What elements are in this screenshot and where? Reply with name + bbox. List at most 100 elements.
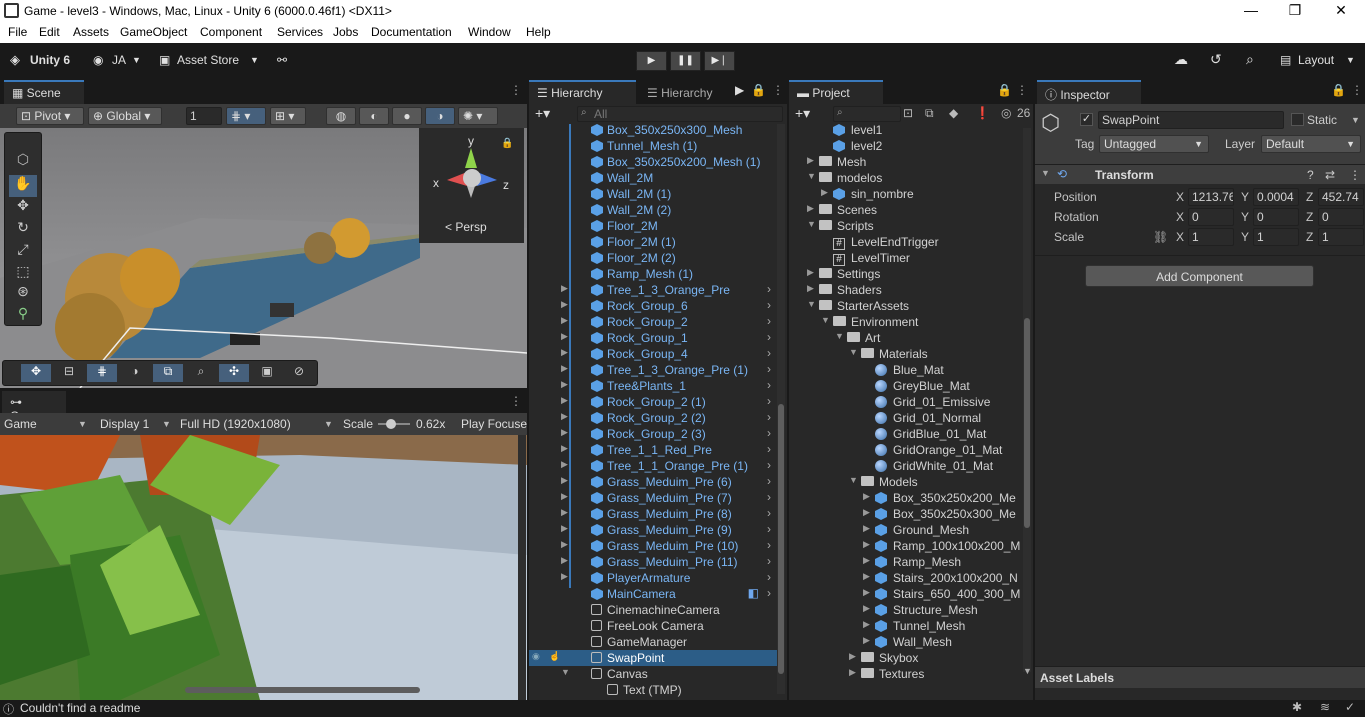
layout-dropdown[interactable]: Layout [1298, 53, 1334, 67]
project-item[interactable]: ▼ modelos [789, 170, 1023, 186]
visibility-eye-icon[interactable]: ◉ [532, 651, 540, 662]
chevron-down-icon[interactable]: ▼ [1351, 115, 1360, 125]
expand-arrow-icon[interactable]: ▶ [561, 475, 568, 486]
scale-z-field[interactable]: 1 [1318, 228, 1364, 246]
hierarchy-item[interactable]: Box_350x250x300_Mesh [529, 124, 777, 138]
open-prefab-icon[interactable]: › [767, 282, 771, 296]
project-item[interactable]: ▼ Environment [789, 314, 1023, 330]
hierarchy-item[interactable]: ▶ Grass_Meduim_Pre (8) › [529, 506, 777, 522]
hand-tool-icon[interactable]: ✋ [9, 175, 37, 197]
hierarchy-item[interactable]: Floor_2M (1) [529, 234, 777, 250]
expand-arrow-icon[interactable]: ▼ [835, 331, 844, 341]
project-item[interactable]: ▶ sin_nombre [789, 186, 1023, 202]
menu-component[interactable]: Component [200, 25, 262, 39]
pivot-dropdown[interactable]: ⊡ Pivot ▾ [16, 107, 84, 125]
effects-dropdown[interactable]: ✺ ▾ [458, 107, 498, 125]
open-prefab-icon[interactable]: › [767, 554, 771, 568]
project-item[interactable]: ▼ Art [789, 330, 1023, 346]
expand-arrow-icon[interactable]: ▼ [807, 219, 816, 229]
play-focused-dropdown[interactable]: Play Focused [461, 417, 527, 431]
hierarchy-item[interactable]: FreeLook Camera [529, 618, 777, 634]
layers-icon[interactable]: ⧉ [153, 364, 183, 382]
project-item[interactable]: ▶ Box_350x250x200_Me [789, 490, 1023, 506]
expand-arrow-icon[interactable]: ▶ [863, 571, 870, 582]
hierarchy-item[interactable]: ▶ Tree_1_3_Orange_Pre (1) › [529, 362, 777, 378]
lighting-icon[interactable]: ◑ [425, 107, 455, 125]
expand-arrow-icon[interactable]: ▼ [821, 315, 830, 325]
hierarchy-item[interactable]: CinemachineCamera [529, 602, 777, 618]
tab-project[interactable]: ▬ Project [789, 80, 883, 104]
collapse-arrow-icon[interactable]: ▼ [1041, 168, 1050, 178]
expand-arrow-icon[interactable]: ▶ [561, 379, 568, 390]
close-button[interactable]: ✕ [1326, 2, 1356, 19]
project-item[interactable]: ▶ Structure_Mesh [789, 602, 1023, 618]
rotate-tool-icon[interactable]: ↻ [9, 219, 37, 241]
menu-help[interactable]: Help [526, 25, 551, 39]
menu-documentation[interactable]: Documentation [371, 25, 452, 39]
open-prefab-icon[interactable]: › [767, 506, 771, 520]
add-component-button[interactable]: Add Component [1085, 265, 1314, 287]
position-z-field[interactable]: 452.74 [1318, 188, 1364, 206]
open-prefab-icon[interactable]: › [767, 522, 771, 536]
project-item[interactable]: ▶ Tunnel_Mesh [789, 618, 1023, 634]
display-dropdown[interactable]: Display 1 [100, 417, 149, 431]
game-horizontal-scrollbar[interactable] [185, 687, 420, 693]
open-prefab-icon[interactable]: › [767, 330, 771, 344]
project-item[interactable]: # LevelTimer [789, 250, 1023, 266]
axis-y-label[interactable]: Y [1241, 210, 1249, 224]
project-item[interactable]: ▼ StarterAssets [789, 298, 1023, 314]
expand-arrow-icon[interactable]: ▶ [849, 651, 856, 662]
expand-arrow-icon[interactable]: ▶ [807, 155, 814, 166]
hierarchy-item[interactable]: ▶ Grass_Meduim_Pre (11) › [529, 554, 777, 570]
lock-icon[interactable]: 🔒 [751, 83, 766, 97]
axis-x-label[interactable]: X [1176, 210, 1184, 224]
open-prefab-icon[interactable]: › [767, 378, 771, 392]
hierarchy-item[interactable]: ▶ Tree_1_1_Red_Pre › [529, 442, 777, 458]
hierarchy-item[interactable]: ▶ Grass_Meduim_Pre (10) › [529, 538, 777, 554]
tab-inspector[interactable]: ⓘ Inspector [1037, 80, 1141, 104]
project-item[interactable]: Blue_Mat [789, 362, 1023, 378]
menu-gameobject[interactable]: GameObject [120, 25, 187, 39]
unity-version-label[interactable]: Unity 6 [30, 53, 70, 67]
project-item[interactable]: ▼ Scripts [789, 218, 1023, 234]
open-prefab-icon[interactable]: › [767, 426, 771, 440]
expand-arrow-icon[interactable]: ▶ [561, 507, 568, 518]
axis-z-label[interactable]: Z [1306, 210, 1313, 224]
axis-x-label[interactable]: X [1176, 190, 1184, 204]
grid-icon[interactable]: ⋕ [87, 364, 117, 382]
expand-arrow-icon[interactable]: ▼ [849, 475, 858, 485]
account-icon[interactable]: ◉ [93, 53, 103, 67]
version-control-icon[interactable]: ⚯ [277, 53, 287, 67]
compass-icon[interactable]: ⊘ [285, 364, 313, 378]
position-y-field[interactable]: 0.0004 [1253, 188, 1299, 206]
constrain-proportions-icon[interactable]: ⛓ [1153, 230, 1168, 244]
expand-arrow-icon[interactable]: ▶ [561, 491, 568, 502]
open-prefab-icon[interactable]: › [767, 586, 771, 600]
hierarchy-item[interactable]: Wall_2M [529, 170, 777, 186]
scene-viewport[interactable]: ⬡ ✋ ✥ ↻ ⤢ ⬚ ⊛ ⚲ y x z 🔒 < Persp ✥ ⊟ ⋕ ◑ … [0, 128, 527, 388]
expand-arrow-icon[interactable]: ▼ [561, 667, 570, 677]
search-by-type-icon[interactable]: ⊡ [903, 106, 913, 120]
add-object-button[interactable]: +▾ [535, 105, 550, 122]
move-tool-icon[interactable]: ✥ [9, 197, 37, 219]
step-button[interactable]: ▶❘ [704, 51, 735, 71]
hierarchy-item[interactable]: Floor_2M (2) [529, 250, 777, 266]
project-item[interactable]: ▼ Models [789, 474, 1023, 490]
lock-icon[interactable]: 🔒 [997, 83, 1012, 97]
expand-arrow-icon[interactable]: ▶ [863, 603, 870, 614]
project-item[interactable]: ▶ Stairs_200x100x200_N [789, 570, 1023, 586]
hierarchy-item[interactable]: ▶ Grass_Meduim_Pre (9) › [529, 522, 777, 538]
expand-arrow-icon[interactable]: ▼ [807, 171, 816, 181]
lighting-toggle-icon[interactable]: ◑ [121, 364, 149, 378]
open-prefab-icon[interactable]: › [767, 362, 771, 376]
expand-arrow-icon[interactable]: ▶ [863, 539, 870, 550]
expand-arrow-icon[interactable]: ▶ [561, 315, 568, 326]
global-dropdown[interactable]: ⊕ Global ▾ [88, 107, 162, 125]
hierarchy-item[interactable]: ▶ Rock_Group_2 (1) › [529, 394, 777, 410]
project-item[interactable]: ▶ Ramp_100x100x200_M [789, 538, 1023, 554]
play-button[interactable]: ▶ [636, 51, 667, 71]
hierarchy-item[interactable]: ▶ Tree_1_1_Orange_Pre (1) › [529, 458, 777, 474]
expand-arrow-icon[interactable]: ▶ [561, 299, 568, 310]
help-icon[interactable]: ? [1307, 168, 1314, 182]
axis-y-label[interactable]: Y [1241, 230, 1249, 244]
